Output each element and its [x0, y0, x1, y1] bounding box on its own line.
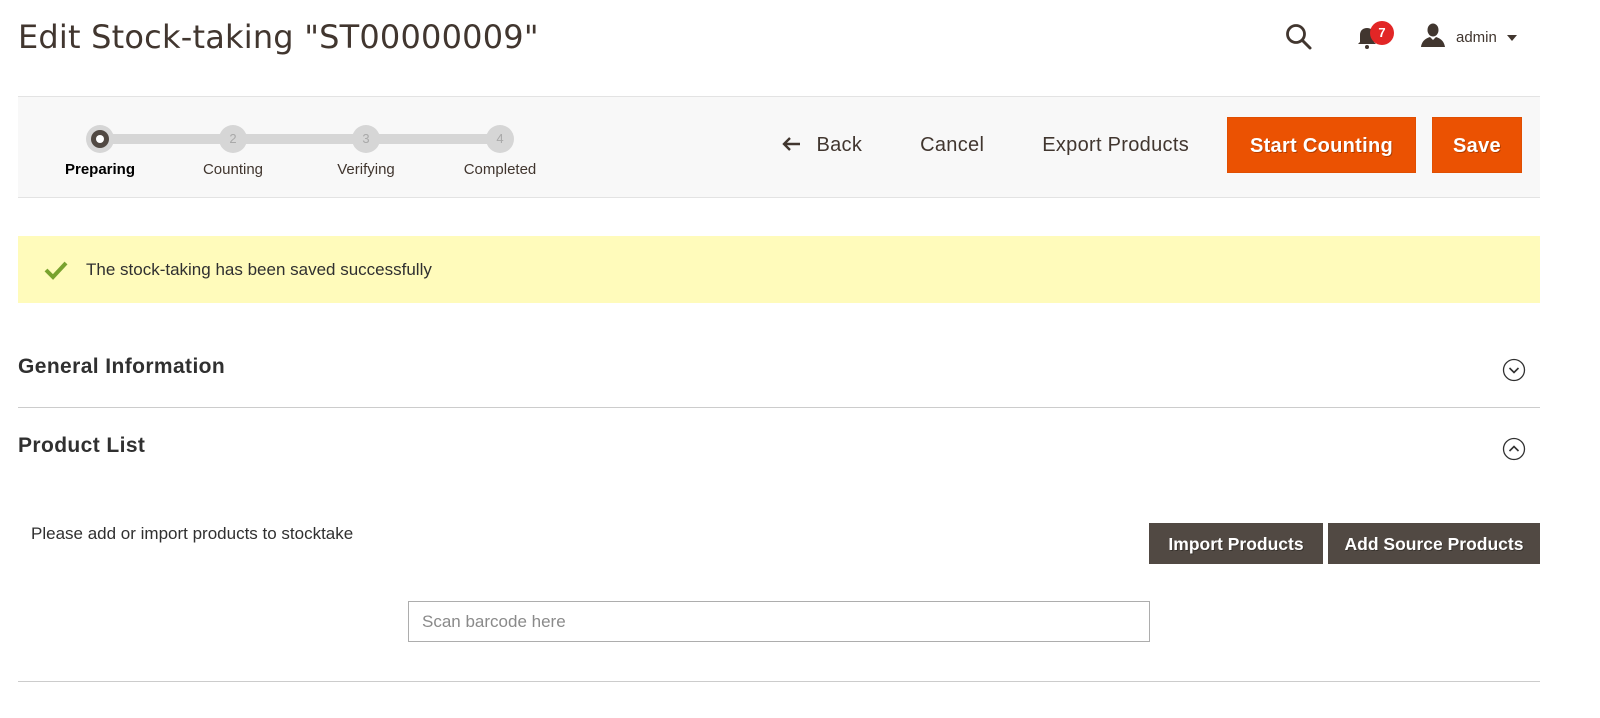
section-product-list[interactable]: Product List	[18, 420, 1540, 480]
step-dot: 4	[486, 125, 514, 153]
expand-chevron-down-icon[interactable]	[1502, 358, 1526, 382]
user-name: admin	[1456, 28, 1497, 46]
scan-barcode-input[interactable]	[408, 601, 1150, 642]
step-preparing: Preparing	[30, 97, 170, 197]
step-counting: 2 Counting	[163, 97, 303, 197]
step-verifying: 3 Verifying	[296, 97, 436, 197]
page-header: Edit Stock-taking "ST00000009" 7 admin	[0, 0, 1600, 90]
success-message-text: The stock-taking has been saved successf…	[86, 259, 432, 279]
step-dot: 3	[352, 125, 380, 153]
section-title: Product List	[18, 434, 146, 457]
user-menu[interactable]: admin	[1420, 22, 1517, 52]
success-message: The stock-taking has been saved successf…	[18, 236, 1540, 303]
cancel-button[interactable]: Cancel	[900, 117, 1004, 173]
start-counting-button[interactable]: Start Counting	[1227, 117, 1416, 173]
search-icon[interactable]	[1284, 22, 1314, 52]
step-dot: 2	[219, 125, 247, 153]
add-source-products-button[interactable]: Add Source Products	[1328, 523, 1540, 564]
save-button[interactable]: Save	[1432, 117, 1522, 173]
progress-steps: Preparing 2 Counting 3 Verifying 4 Compl…	[18, 97, 578, 197]
section-divider	[18, 681, 1540, 682]
back-label: Back	[816, 134, 863, 156]
section-title: General Information	[18, 355, 226, 378]
chevron-down-icon	[1506, 35, 1517, 41]
empty-product-list-text: Please add or import products to stockta…	[31, 524, 354, 543]
step-label: Preparing	[64, 161, 136, 178]
back-button[interactable]: Back	[762, 117, 882, 173]
section-general-information[interactable]: General Information	[18, 340, 1540, 406]
step-dot-active	[86, 125, 114, 153]
step-label: Counting	[202, 161, 264, 178]
notifications-badge[interactable]: 7	[1370, 21, 1394, 45]
step-label: Completed	[463, 161, 537, 178]
step-label: Verifying	[337, 161, 395, 178]
arrow-left-icon	[782, 117, 802, 173]
page-title: Edit Stock-taking "ST00000009"	[18, 18, 539, 56]
collapse-chevron-up-icon[interactable]	[1502, 437, 1526, 461]
page-actions-bar: Preparing 2 Counting 3 Verifying 4 Compl…	[18, 96, 1540, 198]
toolbar-buttons: Back Cancel Export Products Start Counti…	[762, 117, 1522, 173]
step-completed: 4 Completed	[430, 97, 570, 197]
user-avatar-icon	[1420, 22, 1446, 53]
section-divider	[18, 407, 1540, 408]
import-products-button[interactable]: Import Products	[1149, 523, 1323, 564]
checkmark-icon	[44, 260, 68, 280]
export-products-button[interactable]: Export Products	[1022, 117, 1209, 173]
